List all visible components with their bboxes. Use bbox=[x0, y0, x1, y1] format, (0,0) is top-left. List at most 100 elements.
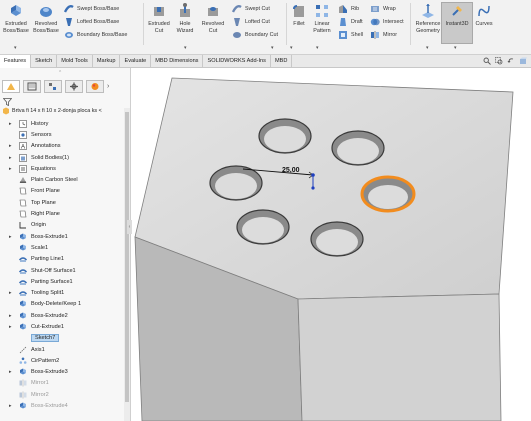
panel-collapse-arrow-icon[interactable]: ⌃ bbox=[58, 70, 62, 76]
tree-item-body-delete-keep-1[interactable]: Body-Delete/Keep 1 bbox=[0, 299, 124, 310]
tab-markup[interactable]: Markup bbox=[93, 55, 121, 68]
boundary-boss-button[interactable]: Boundary Boss/Base bbox=[64, 30, 127, 40]
tree-item-origin[interactable]: Origin bbox=[0, 220, 124, 231]
extruded-cut-button[interactable]: Extruded Cut bbox=[146, 3, 172, 34]
hole[interactable] bbox=[258, 118, 312, 154]
revolve-boss-icon bbox=[40, 7, 52, 17]
hole[interactable] bbox=[331, 130, 385, 166]
tree-item-top-plane[interactable]: Top Plane bbox=[0, 197, 124, 208]
tree-scrollbar[interactable] bbox=[124, 108, 130, 421]
tree-item-front-plane[interactable]: Front Plane bbox=[0, 186, 124, 197]
tree-item-right-plane[interactable]: Right Plane bbox=[0, 208, 124, 219]
lofted-cut-button[interactable]: Lofted Cut bbox=[232, 17, 270, 27]
tab-configuration-manager[interactable] bbox=[44, 80, 62, 93]
hole[interactable] bbox=[209, 165, 263, 201]
tree-item-boss-extrude1[interactable]: ▸ Boss-Extrude1 bbox=[0, 231, 124, 242]
tab-dimxpert-manager[interactable] bbox=[65, 80, 83, 93]
dimension-value[interactable]: 25,00 bbox=[282, 167, 300, 174]
tab-feature-manager[interactable] bbox=[2, 80, 20, 93]
dropdown-arrow-icon[interactable]: ▾ bbox=[14, 45, 17, 51]
tree-item-scale1[interactable]: Scale1 bbox=[0, 242, 124, 253]
tab-solidworks-addins[interactable]: SOLIDWORKS Add-Ins bbox=[203, 55, 271, 68]
expand-arrow-icon[interactable]: ▸ bbox=[9, 121, 12, 127]
expand-arrow-icon[interactable]: ▸ bbox=[9, 403, 12, 409]
expand-arrow-icon[interactable]: ▸ bbox=[9, 313, 12, 319]
hole-selected[interactable] bbox=[360, 175, 416, 213]
tree-item-sensors[interactable]: Sensors bbox=[0, 129, 124, 140]
panel-tabs-more-icon[interactable]: › bbox=[107, 80, 109, 94]
fillet-button[interactable]: Fillet bbox=[289, 3, 309, 28]
sketch-point[interactable] bbox=[311, 186, 315, 190]
hole-wizard-button[interactable]: Hole Wizard bbox=[173, 3, 197, 34]
rib-button[interactable]: Rib bbox=[338, 4, 359, 14]
search-icon[interactable] bbox=[483, 57, 491, 65]
tab-sketch[interactable]: Sketch bbox=[31, 55, 58, 68]
tree-item-axis1[interactable]: Axis1 bbox=[0, 344, 124, 355]
linear-pattern-button[interactable]: Linear Pattern bbox=[309, 3, 335, 34]
revolved-boss-button[interactable]: Revolved Boss/Base bbox=[31, 3, 61, 34]
curves-button[interactable]: Curves bbox=[472, 3, 496, 28]
tab-property-manager[interactable] bbox=[23, 80, 41, 93]
tree-item-sketch7[interactable]: Sketch7 bbox=[0, 333, 124, 344]
hole[interactable] bbox=[310, 221, 364, 257]
graphics-area[interactable]: 25,00 bbox=[132, 68, 531, 421]
mirror-button[interactable]: Mirror bbox=[370, 30, 397, 40]
filter-icon[interactable] bbox=[3, 98, 12, 106]
tab-mbd[interactable]: MBD bbox=[271, 55, 293, 68]
tree-item-cut-extrude1[interactable]: ▸ Cut-Extrude1 bbox=[0, 321, 124, 332]
intersect-button[interactable]: Intersect bbox=[370, 17, 404, 27]
tab-features[interactable]: Features bbox=[0, 55, 32, 68]
sketch-point[interactable] bbox=[311, 173, 315, 177]
tree-item-boss-extrude2[interactable]: ▸ Boss-Extrude2 bbox=[0, 310, 124, 321]
tree-item-plain-carbon-steel[interactable]: Plain Carbon Steel bbox=[0, 174, 124, 185]
tree-item-mirror1[interactable]: Mirror1 bbox=[0, 378, 124, 389]
shell-button[interactable]: Shell bbox=[338, 30, 363, 40]
tab-mbd-dimensions[interactable]: MBD Dimensions bbox=[151, 55, 204, 68]
previous-view-icon[interactable] bbox=[507, 57, 515, 65]
wrap-button[interactable]: Wrap bbox=[370, 4, 396, 14]
expand-arrow-icon[interactable]: ▸ bbox=[9, 324, 12, 330]
tree-item-history[interactable]: ▸ History bbox=[0, 118, 124, 129]
dropdown-arrow-icon[interactable]: ▾ bbox=[184, 45, 187, 51]
extruded-boss-button[interactable]: Extruded Boss/Base bbox=[2, 3, 30, 34]
tree-item-parting-surface1[interactable]: Parting Surface1 bbox=[0, 276, 124, 287]
tab-display-manager[interactable] bbox=[86, 80, 104, 93]
tree-item-annotations[interactable]: ▸ A Annotations bbox=[0, 141, 124, 152]
reference-geometry-button[interactable]: Reference Geometry bbox=[413, 3, 443, 34]
tree-item-mirror2[interactable]: Mirror2 bbox=[0, 389, 124, 400]
tree-item-solid-bodies-1[interactable]: ▸ Solid Bodies(1) bbox=[0, 152, 124, 163]
expand-arrow-icon[interactable]: ▸ bbox=[9, 234, 12, 240]
tree-item-equations[interactable]: ▸ Equations bbox=[0, 163, 124, 174]
swept-boss-button[interactable]: Swept Boss/Base bbox=[64, 4, 119, 14]
feature-icon bbox=[19, 323, 27, 331]
lofted-boss-button[interactable]: Lofted Boss/Base bbox=[64, 17, 119, 27]
dropdown-arrow-icon[interactable]: ▾ bbox=[316, 45, 319, 51]
expand-arrow-icon[interactable]: ▸ bbox=[9, 155, 12, 161]
boundary-cut-button[interactable]: Boundary Cut bbox=[232, 30, 278, 40]
part-front-face[interactable] bbox=[297, 293, 502, 421]
tree-item-tooling-split1[interactable]: ▸ Tooling Split1 bbox=[0, 287, 124, 298]
revolved-cut-button[interactable]: Revolved Cut bbox=[199, 3, 227, 34]
scrollbar-thumb[interactable] bbox=[125, 112, 129, 402]
section-view-icon[interactable] bbox=[519, 57, 527, 65]
expand-arrow-icon[interactable]: ▸ bbox=[9, 369, 12, 375]
expand-arrow-icon[interactable]: ▸ bbox=[9, 166, 12, 172]
draft-button[interactable]: Draft bbox=[338, 17, 363, 27]
hole[interactable] bbox=[236, 209, 290, 245]
tree-item-parting-line1[interactable]: Parting Line1 bbox=[0, 254, 124, 265]
tree-item-boss-extrude3[interactable]: ▸ Boss-Extrude3 bbox=[0, 367, 124, 378]
tree-item-shut-off-surface1[interactable]: Shut-Off Surface1 bbox=[0, 265, 124, 276]
zoom-area-icon[interactable] bbox=[495, 57, 503, 65]
swept-cut-button[interactable]: Swept Cut bbox=[232, 4, 270, 14]
expand-arrow-icon[interactable]: ▸ bbox=[9, 143, 12, 149]
tree-item-boss-extrude4[interactable]: ▸ Boss-Extrude4 bbox=[0, 400, 124, 411]
tree-item-cirpattern2[interactable]: CirPattern2 bbox=[0, 355, 124, 366]
dropdown-arrow-icon[interactable]: ▾ bbox=[426, 45, 429, 51]
dropdown-arrow-icon[interactable]: ▾ bbox=[290, 45, 293, 51]
expand-arrow-icon[interactable]: ▸ bbox=[9, 290, 12, 296]
part-root-node[interactable]: Brtva fi 14 x fi 10 x 2-donja ploca ks < bbox=[2, 107, 102, 115]
dropdown-arrow-icon[interactable]: ▾ bbox=[454, 45, 457, 51]
tab-evaluate[interactable]: Evaluate bbox=[120, 55, 152, 68]
tab-mold-tools[interactable]: Mold Tools bbox=[57, 55, 93, 68]
dropdown-arrow-icon[interactable]: ▾ bbox=[271, 45, 274, 51]
